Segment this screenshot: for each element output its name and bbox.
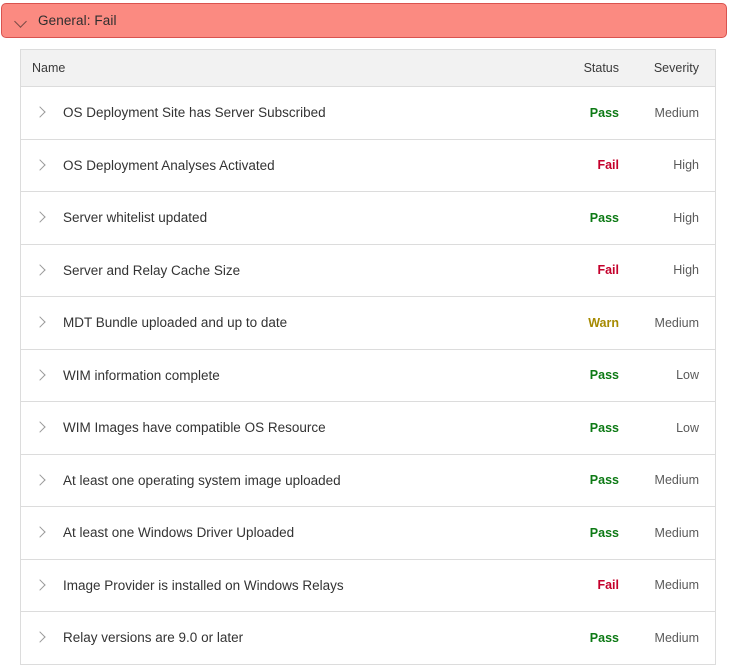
cell-name: Relay versions are 9.0 or later <box>21 630 545 645</box>
severity-label: Medium <box>623 473 715 487</box>
status-badge: Pass <box>545 211 623 225</box>
check-name-label: WIM Images have compatible OS Resource <box>63 420 326 435</box>
severity-label: High <box>623 158 715 172</box>
chevron-right-icon[interactable] <box>33 159 46 172</box>
status-badge: Pass <box>545 106 623 120</box>
check-name-label: At least one Windows Driver Uploaded <box>63 525 294 540</box>
status-badge: Pass <box>545 473 623 487</box>
severity-label: Low <box>623 421 715 435</box>
table-row[interactable]: MDT Bundle uploaded and up to date WarnMe… <box>21 297 715 350</box>
severity-label: Medium <box>623 316 715 330</box>
table-row[interactable]: OS Deployment Analyses Activated FailHigh <box>21 140 715 193</box>
cell-name: MDT Bundle uploaded and up to date <box>21 315 545 330</box>
table-row[interactable]: WIM information complete PassLow <box>21 350 715 403</box>
chevron-right-icon[interactable] <box>33 316 46 329</box>
table-row[interactable]: Relay versions are 9.0 or later PassMediu… <box>21 612 715 665</box>
severity-label: Medium <box>623 631 715 645</box>
chevron-right-icon[interactable] <box>33 579 46 592</box>
cell-name: At least one operating system image uplo… <box>21 473 545 488</box>
status-badge: Pass <box>545 631 623 645</box>
table-row[interactable]: Image Provider is installed on Windows R… <box>21 560 715 613</box>
check-name-label: Server and Relay Cache Size <box>63 263 240 278</box>
column-header-status[interactable]: Status <box>545 61 623 75</box>
table-row[interactable]: Server and Relay Cache Size FailHigh <box>21 245 715 298</box>
check-name-label: Server whitelist updated <box>63 210 207 225</box>
table-body: OS Deployment Site has Server Subscribed… <box>21 87 715 665</box>
table-row[interactable]: At least one operating system image uplo… <box>21 455 715 508</box>
chevron-right-icon[interactable] <box>33 421 46 434</box>
cell-name: At least one Windows Driver Uploaded <box>21 525 545 540</box>
cell-name: Server and Relay Cache Size <box>21 263 545 278</box>
severity-label: Medium <box>623 106 715 120</box>
status-badge: Fail <box>545 578 623 592</box>
group-header-general-fail[interactable]: General: Fail <box>1 3 727 38</box>
severity-label: Medium <box>623 578 715 592</box>
check-name-label: MDT Bundle uploaded and up to date <box>63 315 287 330</box>
status-badge: Fail <box>545 158 623 172</box>
check-name-label: OS Deployment Site has Server Subscribed <box>63 105 326 120</box>
status-badge: Warn <box>545 316 623 330</box>
cell-name: OS Deployment Analyses Activated <box>21 158 545 173</box>
chevron-right-icon[interactable] <box>33 106 46 119</box>
column-header-severity[interactable]: Severity <box>623 61 715 75</box>
status-badge: Pass <box>545 421 623 435</box>
cell-name: WIM information complete <box>21 368 545 383</box>
cell-name: Image Provider is installed on Windows R… <box>21 578 545 593</box>
cell-name: OS Deployment Site has Server Subscribed <box>21 105 545 120</box>
chevron-right-icon[interactable] <box>33 211 46 224</box>
table-row[interactable]: At least one Windows Driver Uploaded Pass… <box>21 507 715 560</box>
chevron-right-icon[interactable] <box>33 474 46 487</box>
check-name-label: Image Provider is installed on Windows R… <box>63 578 344 593</box>
check-name-label: Relay versions are 9.0 or later <box>63 630 243 645</box>
cell-name: Server whitelist updated <box>21 210 545 225</box>
severity-label: High <box>623 263 715 277</box>
table-header-row: Name Status Severity <box>21 50 715 87</box>
group-header-title: General: Fail <box>38 14 117 28</box>
severity-label: Low <box>623 368 715 382</box>
cell-name: WIM Images have compatible OS Resource <box>21 420 545 435</box>
status-badge: Pass <box>545 526 623 540</box>
chevron-right-icon[interactable] <box>33 526 46 539</box>
chevron-down-icon <box>14 14 28 28</box>
severity-label: High <box>623 211 715 225</box>
status-badge: Pass <box>545 368 623 382</box>
check-name-label: OS Deployment Analyses Activated <box>63 158 275 173</box>
severity-label: Medium <box>623 526 715 540</box>
status-badge: Fail <box>545 263 623 277</box>
chevron-right-icon[interactable] <box>33 631 46 644</box>
check-name-label: At least one operating system image uplo… <box>63 473 341 488</box>
column-header-name[interactable]: Name <box>21 61 545 75</box>
checks-table: Name Status Severity OS Deployment Site … <box>20 49 716 665</box>
chevron-right-icon[interactable] <box>33 369 46 382</box>
table-row[interactable]: OS Deployment Site has Server Subscribed… <box>21 87 715 140</box>
chevron-right-icon[interactable] <box>33 264 46 277</box>
check-name-label: WIM information complete <box>63 368 220 383</box>
table-row[interactable]: WIM Images have compatible OS Resource Pa… <box>21 402 715 455</box>
table-row[interactable]: Server whitelist updated PassHigh <box>21 192 715 245</box>
